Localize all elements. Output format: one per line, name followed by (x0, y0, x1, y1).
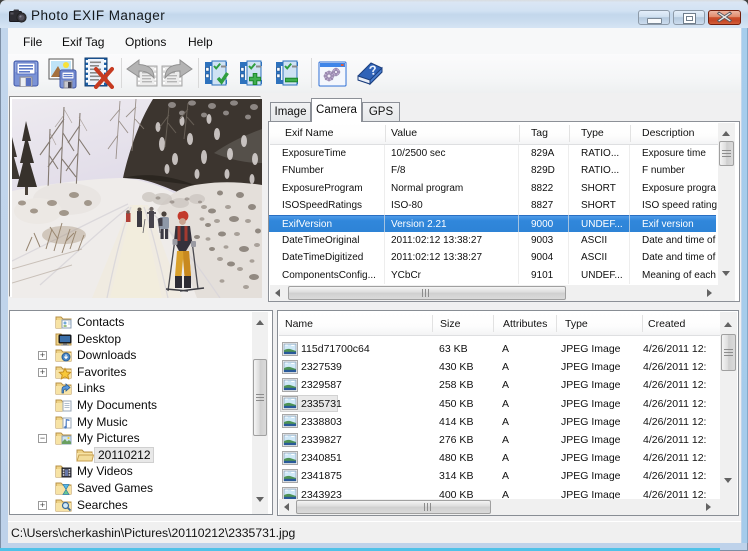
svg-text:?: ? (368, 62, 378, 78)
